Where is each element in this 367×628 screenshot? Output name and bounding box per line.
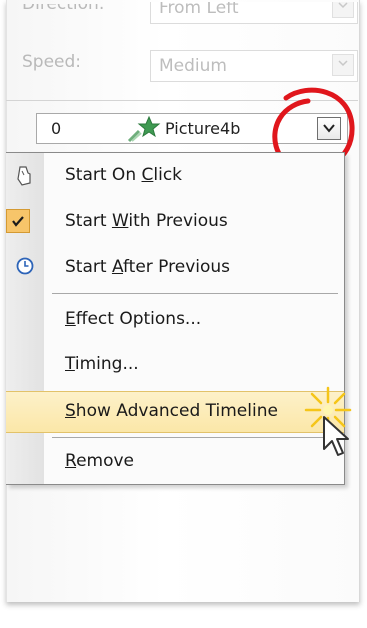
menu-separator xyxy=(52,293,338,294)
divider xyxy=(6,100,358,101)
menu-item-show-advanced-timeline[interactable]: Show Advanced Timeline xyxy=(6,391,344,433)
menu-item-label: Remove xyxy=(65,451,135,471)
chevron-down-icon xyxy=(323,124,335,133)
star-motion-icon xyxy=(127,115,161,147)
speed-combo[interactable]: Medium xyxy=(150,50,358,82)
checked-state-indicator xyxy=(6,209,30,233)
menu-item-remove[interactable]: Remove xyxy=(6,439,344,485)
direction-dropdown-arrow[interactable] xyxy=(332,2,354,18)
speed-dropdown-arrow[interactable] xyxy=(332,54,354,76)
menu-item-label: Show Advanced Timeline xyxy=(65,401,278,421)
menu-item-timing[interactable]: Timing... xyxy=(6,342,344,388)
menu-item-start-with-previous[interactable]: Start With Previous xyxy=(6,199,344,245)
menu-item-start-after-previous[interactable]: Start After Previous xyxy=(6,245,344,291)
checkmark-icon xyxy=(12,216,24,227)
effect-order-number: 0 xyxy=(51,119,62,138)
menu-item-label: Effect Options... xyxy=(65,309,202,329)
clock-icon xyxy=(16,257,34,279)
chevron-down-icon xyxy=(338,2,348,9)
chevron-down-icon xyxy=(338,60,348,67)
menu-item-start-on-click[interactable]: Start On Click xyxy=(6,153,344,199)
mouse-click-icon xyxy=(16,165,34,191)
menu-item-effect-options[interactable]: Effect Options... xyxy=(6,297,344,343)
effect-context-menu: Start On Click Start With Previous Start… xyxy=(6,152,345,485)
direction-value: From Left xyxy=(159,0,239,18)
effect-name: Picture4b xyxy=(165,119,241,138)
direction-combo[interactable]: From Left xyxy=(150,0,358,24)
menu-item-label: Timing... xyxy=(65,354,139,374)
effect-dropdown-button[interactable] xyxy=(317,117,341,140)
menu-separator xyxy=(52,437,338,438)
menu-item-label: Start After Previous xyxy=(65,257,231,277)
speed-value: Medium xyxy=(159,56,227,76)
menu-item-label: Start With Previous xyxy=(65,211,228,231)
effect-list-item[interactable]: 0 Picture4b xyxy=(36,113,348,144)
speed-label: Speed: xyxy=(22,52,82,72)
menu-item-label: Start On Click xyxy=(65,165,183,185)
